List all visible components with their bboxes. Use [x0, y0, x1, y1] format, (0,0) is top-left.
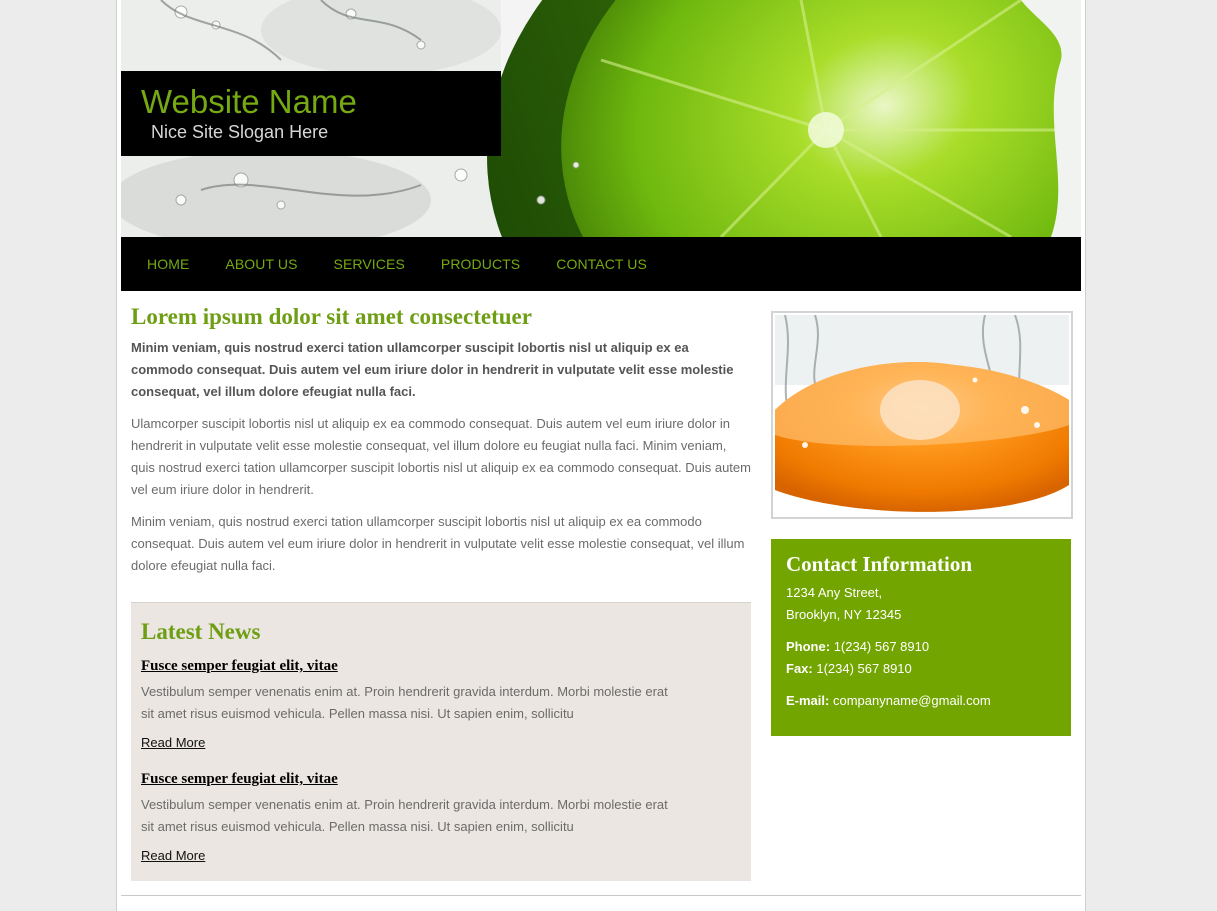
read-more-link[interactable]: Read More	[141, 848, 205, 863]
news-item-heading[interactable]: Fusce semper feugiat elit, vitae	[141, 771, 338, 788]
nav-item-home[interactable]: HOME	[147, 256, 189, 272]
news-item-text: Vestibulum semper venenatis enim at. Pro…	[141, 684, 668, 721]
nav-item-about-us[interactable]: ABOUT US	[225, 256, 297, 272]
nav-item-products[interactable]: PRODUCTS	[441, 256, 520, 272]
orange-splash-photo	[775, 315, 1069, 515]
article-headline: Lorem ipsum dolor sit amet consectetuer	[131, 304, 532, 329]
article-paragraph: Minim veniam, quis nostrud exerci tation…	[131, 514, 745, 573]
news-item: Fusce semper feugiat elit, vitae Vestibu…	[141, 657, 681, 752]
sidebar-photo-frame	[771, 311, 1073, 519]
news-item-text: Vestibulum semper venenatis enim at. Pro…	[141, 797, 668, 834]
address-line-1: 1234 Any Street,	[786, 585, 883, 600]
site-name[interactable]: Website Name	[141, 83, 357, 121]
article-paragraph: Ulamcorper suscipit lobortis nisl ut ali…	[131, 416, 751, 497]
header-banner: Website Name Nice Site Slogan Here	[121, 0, 1081, 237]
phone-number[interactable]: 1(234) 567 8910	[834, 639, 929, 654]
fax-label: Fax:	[786, 661, 813, 676]
email-address[interactable]: companyname@gmail.com	[833, 693, 991, 708]
fax-number: 1(234) 567 8910	[816, 661, 912, 676]
contact-info-title: Contact Information	[786, 552, 973, 576]
phone-line: Phone: 1(234) 567 8910	[786, 639, 929, 654]
latest-news-panel: Latest News Fusce semper feugiat elit, v…	[131, 602, 751, 881]
latest-news-title: Latest News	[141, 619, 261, 644]
read-more-link[interactable]: Read More	[141, 735, 205, 750]
phone-label: Phone:	[786, 639, 831, 654]
article-intro: Minim veniam, quis nostrud exerci tation…	[131, 340, 734, 399]
site-slogan: Nice Site Slogan Here	[151, 122, 329, 142]
email-label: E-mail:	[786, 693, 830, 708]
main-nav: HOME ABOUT US SERVICES PRODUCTS CONTACT …	[121, 237, 1081, 291]
main-content: Lorem ipsum dolor sit amet consectetuer …	[131, 302, 752, 577]
fax-line: Fax: 1(234) 567 8910	[786, 661, 912, 676]
email-line: E-mail: companyname@gmail.com	[786, 693, 991, 708]
brand-box: Website Name Nice Site Slogan Here	[121, 71, 501, 156]
address-line-2: Brooklyn, NY 12345	[786, 607, 902, 622]
nav-item-services[interactable]: SERVICES	[334, 256, 405, 272]
nav-item-contact-us[interactable]: CONTACT US	[556, 256, 647, 272]
contact-info-box: Contact Information 1234 Any Street, Bro…	[771, 539, 1071, 736]
page-container: Website Name Nice Site Slogan Here HOME …	[116, 0, 1086, 911]
news-item: Fusce semper feugiat elit, vitae Vestibu…	[141, 770, 681, 865]
news-item-heading[interactable]: Fusce semper feugiat elit, vitae	[141, 658, 338, 675]
footer-divider	[121, 895, 1081, 896]
